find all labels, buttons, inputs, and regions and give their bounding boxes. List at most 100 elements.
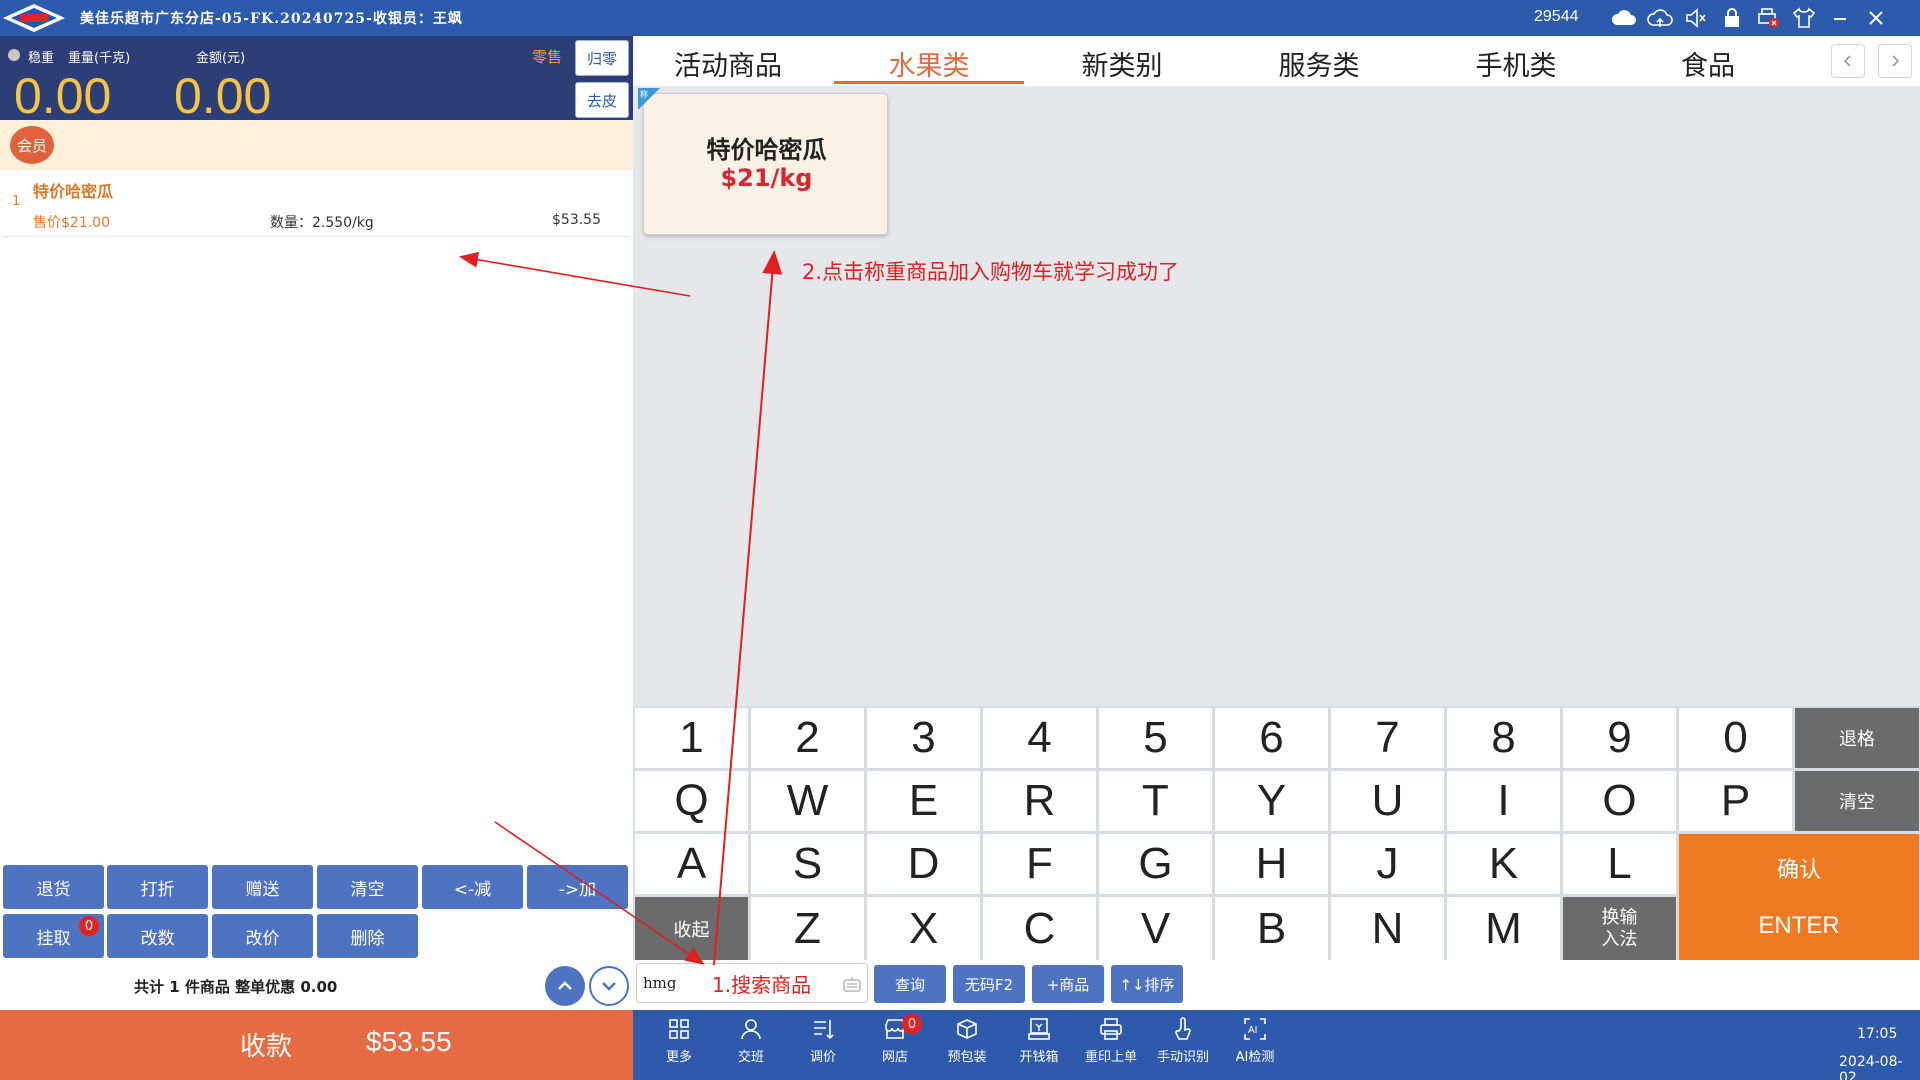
no-barcode-button[interactable]: 无码F2: [953, 965, 1025, 1003]
tab-phone[interactable]: 手机类: [1441, 44, 1591, 82]
key-t[interactable]: T: [1099, 771, 1212, 831]
discount-button[interactable]: 打折: [107, 865, 208, 909]
reprint-label: 重印上单: [1084, 1050, 1137, 1065]
key-o[interactable]: O: [1563, 771, 1676, 831]
hold-button[interactable]: 挂取 0: [3, 914, 104, 958]
key-8[interactable]: 8: [1447, 708, 1560, 768]
zero-button[interactable]: 归零: [575, 40, 629, 76]
key-h[interactable]: H: [1215, 834, 1328, 894]
key-n[interactable]: N: [1331, 897, 1444, 960]
weight-display: 0.00: [14, 68, 112, 124]
key-s[interactable]: S: [751, 834, 864, 894]
key-e[interactable]: E: [867, 771, 980, 831]
reprint-button[interactable]: 重印上单: [1076, 1016, 1146, 1074]
key-6[interactable]: 6: [1215, 708, 1328, 768]
key-c[interactable]: C: [983, 897, 1096, 960]
category-next-button[interactable]: [1878, 44, 1912, 78]
key-7[interactable]: 7: [1331, 708, 1444, 768]
speaker-mute-icon[interactable]: [1678, 3, 1714, 33]
checkout-button[interactable]: 收款 $53.55: [0, 1010, 633, 1080]
key-f[interactable]: F: [983, 834, 1096, 894]
ai-detect-button[interactable]: AI AI检测: [1220, 1016, 1290, 1074]
tab-new-category[interactable]: 新类别: [1047, 44, 1197, 82]
key-u[interactable]: U: [1331, 771, 1444, 831]
key-k[interactable]: K: [1447, 834, 1560, 894]
scroll-down-button[interactable]: [589, 966, 629, 1006]
lock-icon[interactable]: [1714, 3, 1750, 33]
key-g[interactable]: G: [1099, 834, 1212, 894]
tab-food[interactable]: 食品: [1643, 44, 1773, 82]
query-button[interactable]: 查询: [874, 965, 946, 1003]
clear-input-key[interactable]: 清空: [1795, 771, 1919, 831]
increase-button[interactable]: ->加: [527, 865, 628, 909]
enter-key[interactable]: 确认 ENTER: [1679, 834, 1919, 960]
key-m[interactable]: M: [1447, 897, 1560, 960]
printer-error-icon[interactable]: [1750, 3, 1786, 33]
tab-service[interactable]: 服务类: [1244, 44, 1394, 82]
category-prev-button[interactable]: [1831, 44, 1865, 78]
key-d[interactable]: D: [867, 834, 980, 894]
key-b[interactable]: B: [1215, 897, 1328, 960]
function-buttons: 退货 打折 赠送 清空 <-减 ->加 挂取 0 改数 改价 删除: [0, 862, 633, 958]
scroll-up-button[interactable]: [545, 966, 585, 1006]
tare-button[interactable]: 去皮: [575, 82, 629, 118]
key-0[interactable]: 0: [1679, 708, 1792, 768]
change-price-button[interactable]: 改价: [212, 914, 313, 958]
key-x[interactable]: X: [867, 897, 980, 960]
tab-activity[interactable]: 活动商品: [653, 44, 803, 82]
key-3[interactable]: 3: [867, 708, 980, 768]
adjust-price-label: 调价: [809, 1050, 836, 1065]
collapse-keyboard-key[interactable]: 收起: [635, 897, 748, 960]
member-bar: 会员: [0, 120, 633, 170]
prepack-button[interactable]: 预包装: [932, 1016, 1002, 1074]
tab-fruit[interactable]: 水果类: [834, 44, 1024, 82]
product-card[interactable]: 特价哈密瓜 $21/kg: [643, 93, 888, 235]
key-v[interactable]: V: [1099, 897, 1212, 960]
shirt-icon[interactable]: [1786, 3, 1822, 33]
return-button[interactable]: 退货: [3, 865, 104, 909]
cloud-icon[interactable]: [1606, 3, 1642, 33]
key-r[interactable]: R: [983, 771, 1096, 831]
more-button[interactable]: 更多: [644, 1016, 714, 1074]
add-product-button[interactable]: +商品: [1032, 965, 1104, 1003]
adjust-price-button[interactable]: 调价: [788, 1016, 858, 1074]
backspace-key[interactable]: 退格: [1795, 708, 1919, 768]
key-4[interactable]: 4: [983, 708, 1096, 768]
cart-row[interactable]: 1 特价哈密瓜 售价$21.00 数量：2.550/kg $53.55: [4, 170, 630, 237]
switch-ime-key[interactable]: 换输 入法: [1563, 897, 1676, 960]
key-i[interactable]: I: [1447, 771, 1560, 831]
cash-drawer-icon: [1028, 1018, 1050, 1040]
cash-drawer-button[interactable]: 开钱箱: [1004, 1016, 1074, 1074]
key-1[interactable]: 1: [635, 708, 748, 768]
cloud-upload-icon[interactable]: [1642, 3, 1678, 33]
decrease-button[interactable]: <-减: [422, 865, 523, 909]
clear-cart-button[interactable]: 清空: [317, 865, 418, 909]
key-z[interactable]: Z: [751, 897, 864, 960]
online-store-button[interactable]: 网店 0: [860, 1014, 930, 1074]
gift-button[interactable]: 赠送: [212, 865, 313, 909]
close-icon[interactable]: [1858, 3, 1894, 33]
key-w[interactable]: W: [751, 771, 864, 831]
key-q[interactable]: Q: [635, 771, 748, 831]
key-l[interactable]: L: [1563, 834, 1676, 894]
keyboard-icon[interactable]: [843, 976, 861, 992]
delete-button[interactable]: 删除: [317, 914, 418, 958]
sort-button[interactable]: ↑↓排序: [1111, 965, 1183, 1003]
minimize-icon[interactable]: [1822, 3, 1858, 33]
shift-button[interactable]: 交班: [716, 1016, 786, 1074]
key-9[interactable]: 9: [1563, 708, 1676, 768]
change-qty-button[interactable]: 改数: [107, 914, 208, 958]
key-p[interactable]: P: [1679, 771, 1792, 831]
manual-recognition-button[interactable]: 手动识别: [1148, 1016, 1218, 1074]
member-button[interactable]: 会员: [10, 126, 54, 164]
search-input[interactable]: hmg 1.搜索商品: [636, 963, 868, 1003]
key-2[interactable]: 2: [751, 708, 864, 768]
key-y[interactable]: Y: [1215, 771, 1328, 831]
key-5[interactable]: 5: [1099, 708, 1212, 768]
printer-icon: [1100, 1018, 1122, 1040]
stable-indicator: [8, 49, 20, 61]
active-tab-indicator: [834, 81, 1024, 84]
key-j[interactable]: J: [1331, 834, 1444, 894]
amount-display: 0.00: [174, 68, 272, 124]
key-a[interactable]: A: [635, 834, 748, 894]
